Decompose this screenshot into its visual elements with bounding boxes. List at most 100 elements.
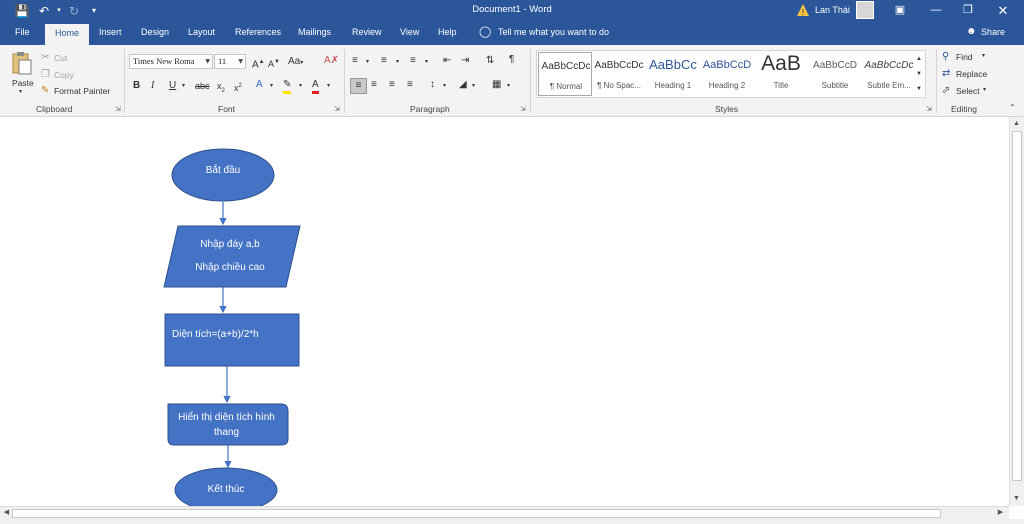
horizontal-scroll-thumb[interactable] (12, 509, 941, 518)
find-dropdown-icon[interactable]: ▾ (982, 52, 985, 59)
borders-dropdown-icon[interactable]: ▾ (507, 80, 510, 92)
tab-insert[interactable]: Insert (99, 27, 122, 37)
sort-icon[interactable]: ⇅ (486, 55, 494, 67)
underline-icon[interactable]: U (169, 80, 176, 92)
style-heading-2[interactable]: AaBbCcD Heading 2 (700, 52, 754, 96)
styles-more-icon[interactable]: ▼ (916, 83, 922, 95)
font-color-icon[interactable]: A (312, 79, 319, 94)
style-subtitle[interactable]: AaBbCcD Subtitle (808, 52, 862, 96)
strikethrough-icon[interactable]: abc (195, 80, 210, 92)
restore-icon[interactable]: ❐ (958, 2, 978, 19)
underline-dropdown-icon[interactable]: ▾ (182, 80, 185, 92)
bullets-icon[interactable]: ≡ (352, 55, 358, 67)
tab-home[interactable]: Home (45, 24, 90, 45)
increase-indent-icon[interactable]: ⇥ (461, 55, 469, 67)
replace-button[interactable]: Replace (956, 69, 987, 79)
font-family-combo[interactable]: Times New Roma ▼ (129, 54, 213, 69)
find-button[interactable]: Find (956, 52, 973, 62)
font-launcher-icon[interactable]: ⇲ (334, 105, 340, 113)
tab-review[interactable]: Review (352, 27, 382, 37)
scroll-up-icon[interactable]: ▲ (1011, 118, 1022, 129)
styles-launcher-icon[interactable]: ⇲ (926, 105, 932, 113)
scroll-right-icon[interactable]: ▶ (995, 507, 1006, 518)
paragraph-launcher-icon[interactable]: ⇲ (520, 105, 526, 113)
document-canvas[interactable]: Bắt đầu Nhập đáy a,b Nhập chiều cao Diện… (0, 117, 1009, 506)
ribbon-display-options-icon[interactable]: ▣ (890, 2, 910, 19)
align-left-icon[interactable]: ≡ (350, 78, 367, 94)
avatar[interactable] (856, 1, 874, 19)
close-icon[interactable]: ✕ (993, 2, 1013, 19)
clipboard-launcher-icon[interactable]: ⇲ (115, 105, 121, 113)
minimize-icon[interactable]: — (926, 2, 946, 19)
lightbulb-icon[interactable]: ◯ (479, 25, 491, 38)
tab-mailings[interactable]: Mailings (298, 27, 331, 37)
collapse-ribbon-icon[interactable]: ⌃ (1009, 103, 1016, 112)
paste-button[interactable]: Paste (12, 78, 34, 88)
grow-font-icon[interactable]: A▲ (252, 56, 265, 71)
warning-icon[interactable]: ! (796, 3, 810, 17)
highlight-icon[interactable]: ✎ (283, 79, 292, 94)
align-center-icon[interactable]: ≡ (371, 79, 377, 91)
tab-file[interactable]: File (15, 27, 30, 37)
line-spacing-icon[interactable]: ↕ (430, 79, 435, 91)
output-display[interactable] (167, 403, 289, 446)
vertical-scroll-thumb[interactable] (1012, 131, 1022, 481)
italic-icon[interactable]: I (151, 80, 154, 92)
horizontal-scrollbar[interactable]: ◀ ▶ (0, 506, 1009, 519)
user-name[interactable]: Lan Thái (815, 5, 850, 15)
svg-text:!: ! (801, 8, 804, 17)
style-subtle-emphasis[interactable]: AaBbCcDc Subtle Em... (862, 52, 916, 96)
subscript-icon[interactable]: x2 (217, 80, 225, 97)
tab-help[interactable]: Help (438, 27, 457, 37)
style-no-spacing[interactable]: AaBbCcDc ¶ No Spac... (592, 52, 646, 96)
text-effects-icon[interactable]: A (256, 79, 263, 91)
tab-design[interactable]: Design (141, 27, 169, 37)
line-spacing-dropdown-icon[interactable]: ▾ (443, 80, 446, 92)
paste-dropdown-icon[interactable]: ▾ (19, 88, 22, 95)
share-button[interactable]: Share (981, 27, 1005, 37)
select-dropdown-icon[interactable]: ▾ (983, 86, 986, 93)
clear-formatting-icon[interactable]: A✗ (324, 55, 339, 67)
cut-button[interactable]: Cut (54, 53, 67, 63)
numbering-dropdown-icon[interactable]: ▾ (396, 56, 399, 68)
bullets-dropdown-icon[interactable]: ▾ (366, 56, 369, 68)
show-formatting-marks-icon[interactable]: ¶ (509, 54, 514, 66)
multilevel-list-icon[interactable]: ≡ (410, 55, 416, 67)
process-rectangle[interactable] (164, 313, 300, 367)
format-painter-button[interactable]: Format Painter (54, 86, 110, 96)
tab-references[interactable]: References (235, 27, 281, 37)
bold-icon[interactable]: B (133, 80, 140, 92)
numbering-icon[interactable]: ≡ (381, 55, 387, 67)
vertical-scrollbar[interactable]: ▲ ▼ (1009, 117, 1024, 506)
highlight-dropdown-icon[interactable]: ▾ (299, 80, 302, 92)
tab-view[interactable]: View (400, 27, 419, 37)
styles-scroll-up-icon[interactable]: ▲ (916, 53, 922, 65)
shading-icon[interactable]: ◢ (459, 79, 467, 91)
paste-icon[interactable] (11, 51, 33, 75)
style-title[interactable]: AaB Title (754, 52, 808, 96)
font-color-dropdown-icon[interactable]: ▾ (327, 80, 330, 92)
decrease-indent-icon[interactable]: ⇤ (443, 55, 451, 67)
group-divider (530, 49, 531, 113)
superscript-icon[interactable]: x2 (234, 80, 242, 94)
share-person-icon[interactable]: ☻ (966, 26, 977, 37)
scroll-left-icon[interactable]: ◀ (1, 507, 12, 518)
styles-scroll-down-icon[interactable]: ▼ (916, 68, 922, 80)
scroll-down-icon[interactable]: ▼ (1011, 493, 1022, 504)
text-effects-dropdown-icon[interactable]: ▾ (270, 80, 273, 92)
justify-icon[interactable]: ≡ (407, 79, 413, 91)
multilevel-dropdown-icon[interactable]: ▾ (425, 56, 428, 68)
style-normal[interactable]: AaBbCcDc ¶ Normal (538, 52, 592, 96)
input-parallelogram[interactable] (163, 225, 301, 288)
change-case-icon[interactable]: Aa▾ (288, 56, 303, 69)
tab-layout[interactable]: Layout (188, 27, 215, 37)
font-size-combo[interactable]: 11 ▼ (214, 54, 246, 69)
align-right-icon[interactable]: ≡ (389, 79, 395, 91)
shading-dropdown-icon[interactable]: ▾ (472, 80, 475, 92)
copy-button[interactable]: Copy (54, 70, 74, 80)
shrink-font-icon[interactable]: A▼ (268, 56, 280, 70)
select-button[interactable]: Select (956, 86, 980, 96)
borders-icon[interactable]: ▦ (492, 79, 501, 91)
style-heading-1[interactable]: AaBbCc Heading 1 (646, 52, 700, 96)
tell-me-search[interactable]: Tell me what you want to do (498, 27, 609, 37)
